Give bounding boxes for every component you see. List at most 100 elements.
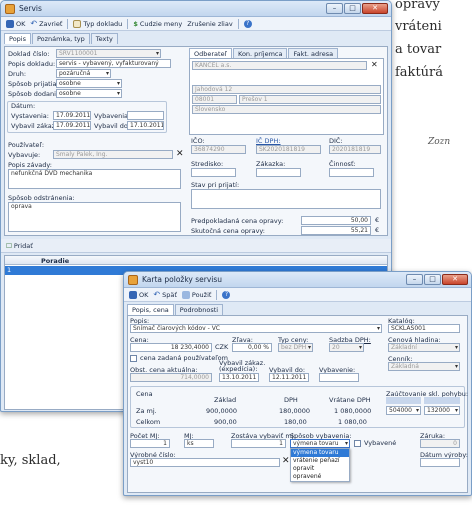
done-checkbox[interactable] [354,440,361,447]
close-button[interactable]: ✕ [442,274,468,285]
col-header-vratane: Vrátane DPH [329,396,371,404]
country-field[interactable]: Slovensko [192,105,381,114]
settled-field[interactable] [127,111,164,120]
tab-popis-cena[interactable]: Popis, cena [127,304,174,315]
foreign-currency-button[interactable]: $ Cudzie meny [133,20,182,28]
dic-label: DIČ: [329,137,343,145]
item-card-window: Karta položky servisu – □ ✕ OK ↶ Späť Pou… [123,271,472,496]
purchase-field[interactable]: 714,0000 [130,373,212,382]
order-field[interactable] [256,168,301,177]
dic-field[interactable]: 2020181819 [329,145,381,154]
maximize-button[interactable]: □ [344,3,361,14]
discount-cancel-button[interactable]: Zrušenie zliav [187,20,232,28]
add-icon: ☐ [6,241,12,250]
warranty-field[interactable]: 0 [420,439,460,448]
vat-select[interactable]: 20 [329,343,364,352]
qty-field[interactable]: 1 [130,439,170,448]
deliver-select[interactable]: osobne [56,89,122,98]
col-header-dph: DPH [284,396,298,404]
close-button[interactable]: ✕ [362,3,388,14]
acc-dal-select[interactable]: 132000 [424,406,460,415]
close-doc-button[interactable]: ↶ Zavrieť [30,19,62,28]
real-field[interactable]: 55,21 [301,226,371,235]
until-field[interactable]: 12.11.2011 [269,373,309,382]
city-field[interactable]: Prešov 1 [239,95,381,104]
dal-header [424,397,460,404]
type-select[interactable]: pozáručná [56,69,111,78]
receive-select[interactable]: osobne [56,79,122,88]
clear-serial-icon[interactable]: ✕ [282,456,290,466]
level-select[interactable]: Základní [388,343,460,352]
dropdown-option[interactable]: výmena tovaru [291,449,349,457]
price-field[interactable]: 18 230,4000 [130,343,212,352]
issued-field[interactable]: 17.09.2011 [53,111,91,120]
zip-field[interactable]: 08001 [192,95,237,104]
tab-podrobnosti[interactable]: Podrobnosti [174,304,224,315]
clear-icon[interactable]: ✕ [176,149,184,159]
icdph-link[interactable]: IČ DPH: [256,137,281,145]
add-item-button[interactable]: ☐ Pridať [6,242,33,250]
req-field[interactable]: 13.10.2011 [219,373,259,382]
receive-label: Spôsob prijatia: [8,80,59,88]
acc-md-select[interactable]: 504000 [386,406,421,415]
doc-no-field[interactable]: SRV1100001 [56,49,161,58]
picked-by-field[interactable]: 17.10.2011 [127,121,164,130]
row-number: 1 [7,266,12,274]
prod-date-field[interactable] [420,458,460,467]
ok-button[interactable]: OK [6,19,25,28]
dropdown-option[interactable]: opravené [291,473,349,481]
dropdown-option[interactable]: vrátenie peňazí [291,457,349,465]
foreign-currency-label: Cudzie meny [139,19,183,28]
save-icon [6,19,14,28]
minimize-button[interactable]: – [406,274,423,285]
cell-dph: 180,00 [284,418,307,426]
save-icon [129,290,137,299]
maximize-button[interactable]: □ [424,274,441,285]
unit-field[interactable]: ks [184,439,214,448]
window-title: Karta položky servisu [142,275,223,284]
help-icon: ? [222,290,231,299]
window-title: Servis [19,4,42,13]
center-field[interactable] [191,168,236,177]
ok-label: OK [139,290,149,299]
user-price-checkbox[interactable] [130,355,137,362]
price-type-select[interactable]: bez DPH [278,343,313,352]
street-field[interactable]: Jahodová 12 [192,85,381,94]
tab-popis[interactable]: Popis [4,33,31,44]
help-button[interactable]: ? [222,290,231,299]
separator [216,289,218,300]
clear-company-icon[interactable]: ✕ [371,60,378,69]
remain-field[interactable]: 1 [231,439,286,448]
back-button[interactable]: ↶ Späť [153,290,177,299]
minimize-button[interactable]: – [326,3,343,14]
help-button[interactable]: ? [243,19,252,28]
icdph-field[interactable]: SK2020181819 [256,145,321,154]
user-label: Používateľ: [8,141,45,149]
dropdown-option[interactable]: opravit [291,465,349,473]
settle-field[interactable] [319,373,359,382]
tab-poznamka[interactable]: Poznámka, typ [31,33,90,44]
app-icon [5,3,15,14]
ok-button[interactable]: OK [129,290,149,299]
pricelist-select[interactable]: Základná [388,362,460,371]
doc-desc-field[interactable]: servis - vybavený, vyfakturovaný [56,59,171,68]
use-button[interactable]: Použiť [181,290,211,299]
activity-field[interactable] [329,168,374,177]
doc-type-button[interactable]: Typ dokladu [73,19,122,28]
how-select[interactable]: výmena tovaru [290,439,350,448]
serial-field[interactable]: vyst10 [130,458,280,467]
handled-field[interactable]: Šmaly Palek, Ing. [53,150,173,159]
add-label: Pridať [13,241,33,250]
tab-texty[interactable]: Texty [90,33,118,44]
est-field[interactable]: 50,00 [301,216,371,225]
fault-textarea[interactable]: nefunkčná DVD mechanika [8,169,181,189]
cell-vratane: 1 080,0000 [334,407,372,415]
desc-field[interactable]: Snímač čiarových kódov - VC [130,324,382,333]
picked-field[interactable]: 17.09.2011 [53,121,91,130]
discount-field[interactable]: 0,00 % [232,343,272,352]
company-field[interactable]: KANCEL a.s. [192,61,367,70]
fix-textarea[interactable]: oprava [8,202,181,232]
catalog-field[interactable]: SCKLAS001 [388,324,460,333]
state-textarea[interactable] [191,189,381,209]
ico-field[interactable]: 36874290 [191,145,246,154]
